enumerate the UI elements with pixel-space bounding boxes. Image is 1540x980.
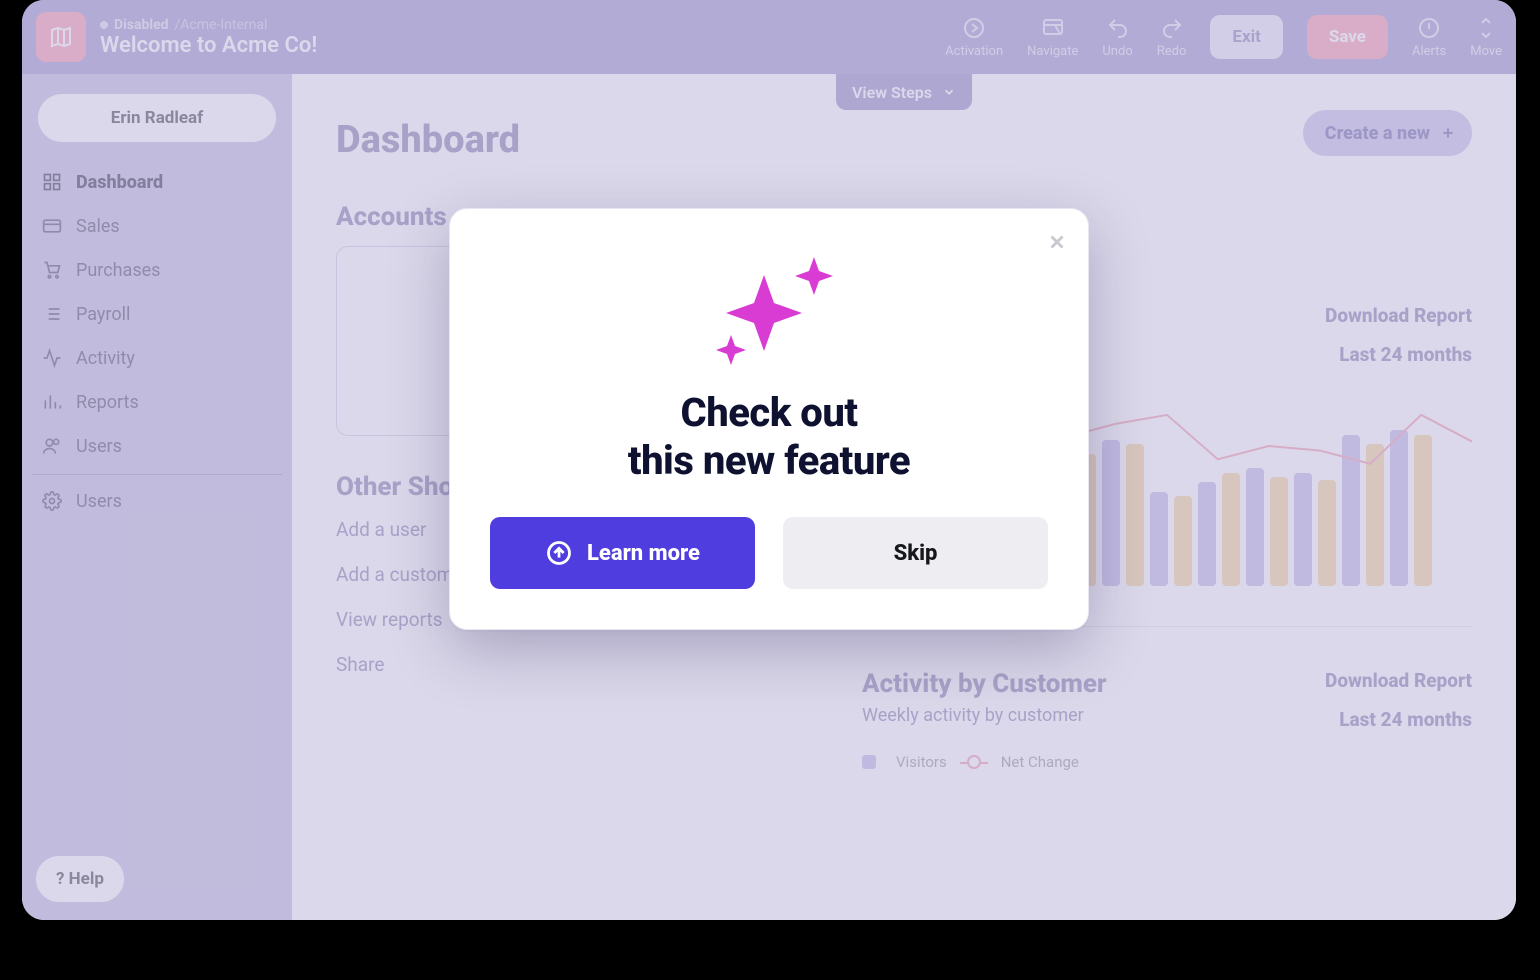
activity-icon	[42, 348, 62, 368]
modal-heading: Check out this new feature	[490, 389, 1048, 485]
download-report-link[interactable]: Download Report	[1325, 669, 1472, 692]
status-dot-icon	[100, 21, 108, 29]
sidebar-item-label: Reports	[76, 392, 139, 413]
skip-button[interactable]: Skip	[783, 517, 1048, 589]
redo-icon	[1160, 16, 1184, 40]
navigate-label: Navigate	[1027, 44, 1078, 59]
sidebar-item-dashboard[interactable]: Dashboard	[32, 160, 282, 204]
dashboard-heading: Dashboard	[336, 118, 1472, 162]
close-icon	[1046, 231, 1068, 253]
users-icon	[42, 436, 62, 456]
map-icon	[49, 25, 73, 49]
arrow-up-circle-icon	[545, 539, 573, 567]
sidebar-item-label: Users	[76, 491, 122, 512]
app-window: Disabled /Acme-Internal Welcome to Acme …	[22, 0, 1516, 920]
save-button[interactable]: Save	[1307, 15, 1388, 59]
sidebar-item-label: Dashboard	[76, 172, 163, 193]
redo-button[interactable]: Redo	[1157, 16, 1187, 59]
sidebar: Erin Radleaf Dashboard Sales Purchases P…	[22, 74, 292, 920]
bar-chart-icon	[42, 392, 62, 412]
legend-swatch-visitors	[862, 755, 876, 769]
sparkles-icon	[490, 251, 1048, 371]
card-icon	[42, 216, 62, 236]
legend-label: Visitors	[896, 753, 947, 771]
sidebar-item-label: Activity	[76, 348, 135, 369]
list-icon	[42, 304, 62, 324]
layout-icon	[1041, 16, 1065, 40]
user-chip[interactable]: Erin Radleaf	[38, 94, 276, 142]
plus-icon	[1440, 125, 1456, 141]
chart-legend: Visitors Net Change	[862, 753, 1472, 771]
close-button[interactable]	[1046, 227, 1068, 260]
undo-icon	[1106, 16, 1130, 40]
undo-label: Undo	[1102, 44, 1132, 59]
help-button[interactable]: ? Help	[36, 856, 124, 902]
sidebar-item-sales[interactable]: Sales	[32, 204, 282, 248]
sidebar-item-label: Purchases	[76, 260, 160, 281]
view-steps-button[interactable]: View Steps	[836, 74, 972, 110]
exit-button[interactable]: Exit	[1210, 15, 1282, 59]
card-title: Activity by Customer	[862, 669, 1107, 699]
page-title: Welcome to Acme Co!	[100, 33, 317, 58]
activation-label: Activation	[945, 44, 1003, 59]
alerts-label: Alerts	[1412, 44, 1446, 59]
top-actions: Activation Navigate Undo Redo Exit Save …	[945, 15, 1502, 59]
sidebar-item-label: Users	[76, 436, 122, 457]
alerts-button[interactable]: Alerts	[1412, 16, 1446, 59]
cart-icon	[42, 260, 62, 280]
activity-by-customer-card: Activity by Customer Weekly activity by …	[862, 669, 1472, 771]
sidebar-item-payroll[interactable]: Payroll	[32, 292, 282, 336]
redo-label: Redo	[1157, 44, 1187, 59]
app-logo	[36, 12, 86, 62]
card-subtitle: Weekly activity by customer	[862, 705, 1107, 726]
sidebar-divider	[32, 474, 282, 475]
sidebar-item-settings[interactable]: Users	[32, 479, 282, 523]
legend-swatch-netchange	[967, 755, 981, 769]
breadcrumb: /Acme-Internal	[175, 17, 268, 33]
move-label: Move	[1470, 44, 1502, 59]
legend-label: Net Change	[1001, 753, 1079, 771]
sidebar-item-users[interactable]: Users	[32, 424, 282, 468]
activation-button[interactable]: Activation	[945, 16, 1003, 59]
learn-more-button[interactable]: Learn more	[490, 517, 755, 589]
arrow-circle-icon	[962, 16, 986, 40]
grid-icon	[42, 172, 62, 192]
status-label: Disabled	[114, 17, 169, 33]
undo-button[interactable]: Undo	[1102, 16, 1132, 59]
top-bar: Disabled /Acme-Internal Welcome to Acme …	[22, 0, 1516, 74]
sidebar-item-label: Payroll	[76, 304, 130, 325]
sidebar-item-label: Sales	[76, 216, 120, 237]
move-button[interactable]: Move	[1470, 16, 1502, 59]
sidebar-item-reports[interactable]: Reports	[32, 380, 282, 424]
feature-modal: Check out this new feature Learn more Sk…	[449, 208, 1089, 630]
range-label: Last 24 months	[1325, 708, 1472, 731]
move-icon	[1474, 16, 1498, 40]
gear-icon	[42, 491, 62, 511]
create-new-button[interactable]: Create a new	[1303, 110, 1472, 156]
alert-icon	[1417, 16, 1441, 40]
sidebar-item-purchases[interactable]: Purchases	[32, 248, 282, 292]
navigate-button[interactable]: Navigate	[1027, 16, 1078, 59]
title-block: Disabled /Acme-Internal Welcome to Acme …	[100, 17, 317, 58]
chevron-down-icon	[942, 85, 956, 99]
sidebar-item-activity[interactable]: Activity	[32, 336, 282, 380]
